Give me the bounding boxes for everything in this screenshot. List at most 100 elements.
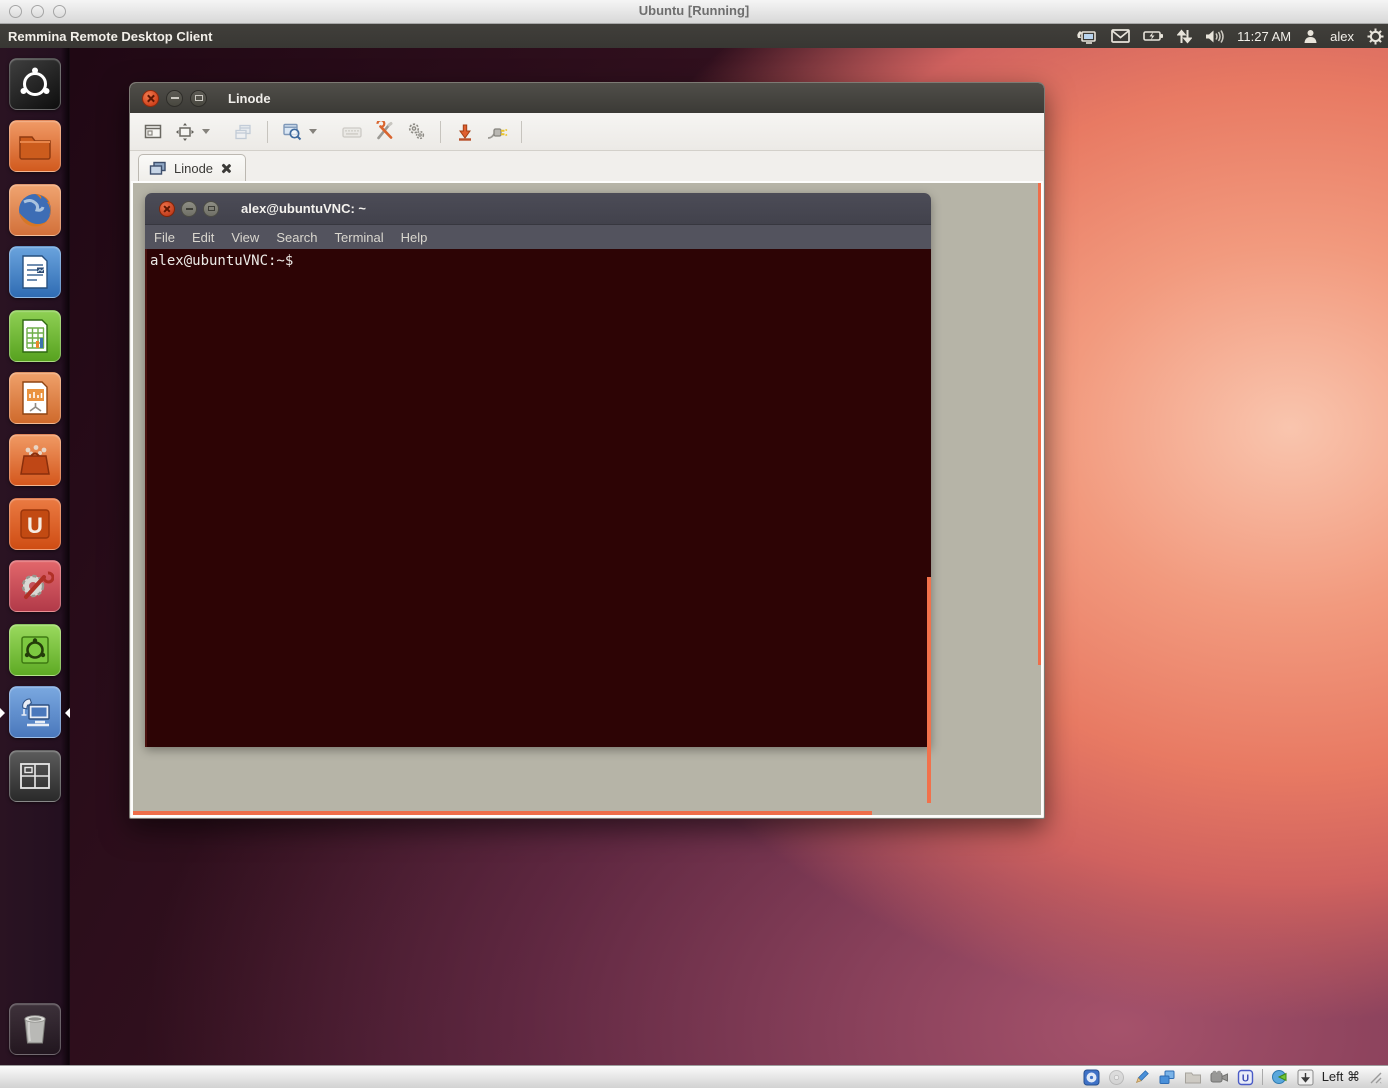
panel-clock[interactable]: 11:27 AM (1237, 29, 1291, 44)
mouse-integration-icon[interactable] (1271, 1068, 1289, 1086)
preferences-button[interactable] (403, 119, 429, 145)
terminal-titlebar[interactable]: alex@ubuntuVNC: ~ (145, 193, 931, 225)
tab-close-icon[interactable] (220, 163, 231, 174)
launcher-item-trash[interactable] (9, 1003, 61, 1055)
launcher-item-software-updater[interactable] (9, 624, 61, 676)
firefox-icon (14, 189, 56, 231)
magnify-dropdown[interactable] (309, 129, 317, 134)
remmina-toolbar (130, 113, 1044, 151)
menu-edit[interactable]: Edit (192, 230, 214, 245)
remmina-icon (15, 692, 55, 732)
shared-folders-icon[interactable] (1184, 1070, 1202, 1085)
viewport-horizontal-scroll-indicator[interactable] (133, 811, 872, 815)
keyboard-grab-button[interactable] (339, 119, 365, 145)
battery-icon[interactable] (1143, 30, 1164, 42)
remmina-tabbar: Linode (130, 151, 1044, 181)
hard-disks-icon[interactable] (1083, 1069, 1100, 1086)
network-traffic-icon[interactable] (1177, 29, 1192, 44)
remmina-close-button[interactable] (142, 90, 159, 107)
network-adapters-icon[interactable] (1158, 1069, 1176, 1086)
launcher-item-ubuntu-one[interactable]: U (9, 498, 61, 550)
keyboard-icon (341, 122, 363, 142)
launcher-item-system-settings[interactable] (9, 560, 61, 612)
tools-button[interactable] (371, 119, 397, 145)
volume-icon[interactable] (1205, 29, 1224, 44)
macos-titlebar: Ubuntu [Running] (0, 0, 1388, 24)
close-icon (146, 94, 155, 103)
launcher-item-libreoffice-impress[interactable] (9, 372, 61, 424)
statusbar-separator (1262, 1069, 1263, 1085)
maximize-icon (208, 206, 215, 211)
close-icon (163, 205, 171, 213)
viewport-vertical-scroll-indicator[interactable] (1038, 183, 1041, 665)
minimize-icon (171, 97, 179, 99)
terminal-minimize-button[interactable] (181, 201, 197, 217)
ubuntu-software-icon (16, 631, 54, 669)
usb-devices-icon[interactable]: U (1237, 1069, 1254, 1086)
launcher-item-software-center[interactable] (9, 434, 61, 486)
launcher-item-dash-home[interactable] (9, 58, 61, 110)
remmina-window-title: Linode (228, 91, 271, 106)
magnify-icon (282, 121, 303, 142)
focused-indicator (65, 708, 70, 718)
trash-icon (16, 1010, 54, 1048)
remmina-maximize-button[interactable] (190, 90, 207, 107)
launcher-item-firefox[interactable] (9, 184, 61, 236)
remmina-applet-icon[interactable] (1076, 28, 1098, 44)
disconnect-button[interactable] (484, 119, 510, 145)
terminal-title: alex@ubuntuVNC: ~ (241, 201, 366, 216)
folder-icon (16, 127, 54, 165)
video-capture-icon[interactable] (1210, 1070, 1229, 1084)
menu-terminal[interactable]: Terminal (335, 230, 384, 245)
writer-document-icon (17, 253, 53, 291)
terminal-maximize-button[interactable] (203, 201, 219, 217)
launcher-item-libreoffice-calc[interactable] (9, 310, 61, 362)
remmina-minimize-button[interactable] (166, 90, 183, 107)
menu-file[interactable]: File (154, 230, 175, 245)
impress-presentation-icon (17, 379, 53, 417)
menu-search[interactable]: Search (276, 230, 317, 245)
terminal-body[interactable]: alex@ubuntuVNC:~$ (145, 249, 931, 747)
mail-icon[interactable] (1111, 29, 1130, 43)
scaled-mode-dropdown[interactable] (202, 129, 210, 134)
launcher-item-files[interactable] (9, 120, 61, 172)
host-key-label: Left ⌘ (1322, 1069, 1360, 1085)
plug-icon (486, 122, 508, 142)
panel-username[interactable]: alex (1330, 29, 1354, 44)
menu-view[interactable]: View (231, 230, 259, 245)
vnc-remote-desktop[interactable]: alex@ubuntuVNC: ~ File Edit View Search … (133, 183, 1041, 815)
terminal-scrollbar[interactable] (927, 577, 931, 803)
pencil-icon[interactable] (1133, 1069, 1150, 1086)
session-gear-icon[interactable] (1367, 28, 1384, 45)
magnify-button[interactable] (279, 119, 305, 145)
connection-tab-icon (149, 161, 167, 176)
tab-label: Linode (174, 161, 213, 176)
workspace-grid-icon (16, 757, 54, 795)
resize-grip-icon[interactable] (1368, 1070, 1382, 1084)
duplicate-connection-button[interactable] (230, 119, 256, 145)
panel-app-title: Remmina Remote Desktop Client (0, 29, 212, 44)
import-button[interactable] (452, 119, 478, 145)
fullscreen-button[interactable] (140, 119, 166, 145)
launcher-item-workspace-switcher[interactable] (9, 750, 61, 802)
dash-home-icon (16, 65, 54, 103)
remmina-viewport: alex@ubuntuVNC: ~ File Edit View Search … (131, 181, 1043, 817)
launcher-item-libreoffice-writer[interactable] (9, 246, 61, 298)
launcher-item-remmina[interactable] (9, 686, 61, 738)
minimize-icon (186, 208, 193, 210)
scaled-mode-button[interactable] (172, 119, 198, 145)
remmina-titlebar[interactable]: Linode (130, 83, 1044, 113)
optical-drives-icon[interactable] (1108, 1069, 1125, 1086)
tab-linode[interactable]: Linode (138, 154, 246, 181)
ubuntu-top-panel: Remmina Remote Desktop Client (0, 24, 1388, 48)
terminal-close-button[interactable] (159, 201, 175, 217)
unity-launcher: U (0, 48, 70, 1065)
settings-gear-wrench-icon (16, 567, 54, 605)
user-icon[interactable] (1304, 29, 1317, 43)
svg-text:U: U (27, 513, 43, 538)
vbox-status-bar: U Left ⌘ (0, 1065, 1388, 1088)
import-icon (455, 122, 475, 142)
tools-icon (374, 121, 395, 142)
keyboard-capture-icon[interactable] (1297, 1069, 1314, 1086)
menu-help[interactable]: Help (401, 230, 428, 245)
